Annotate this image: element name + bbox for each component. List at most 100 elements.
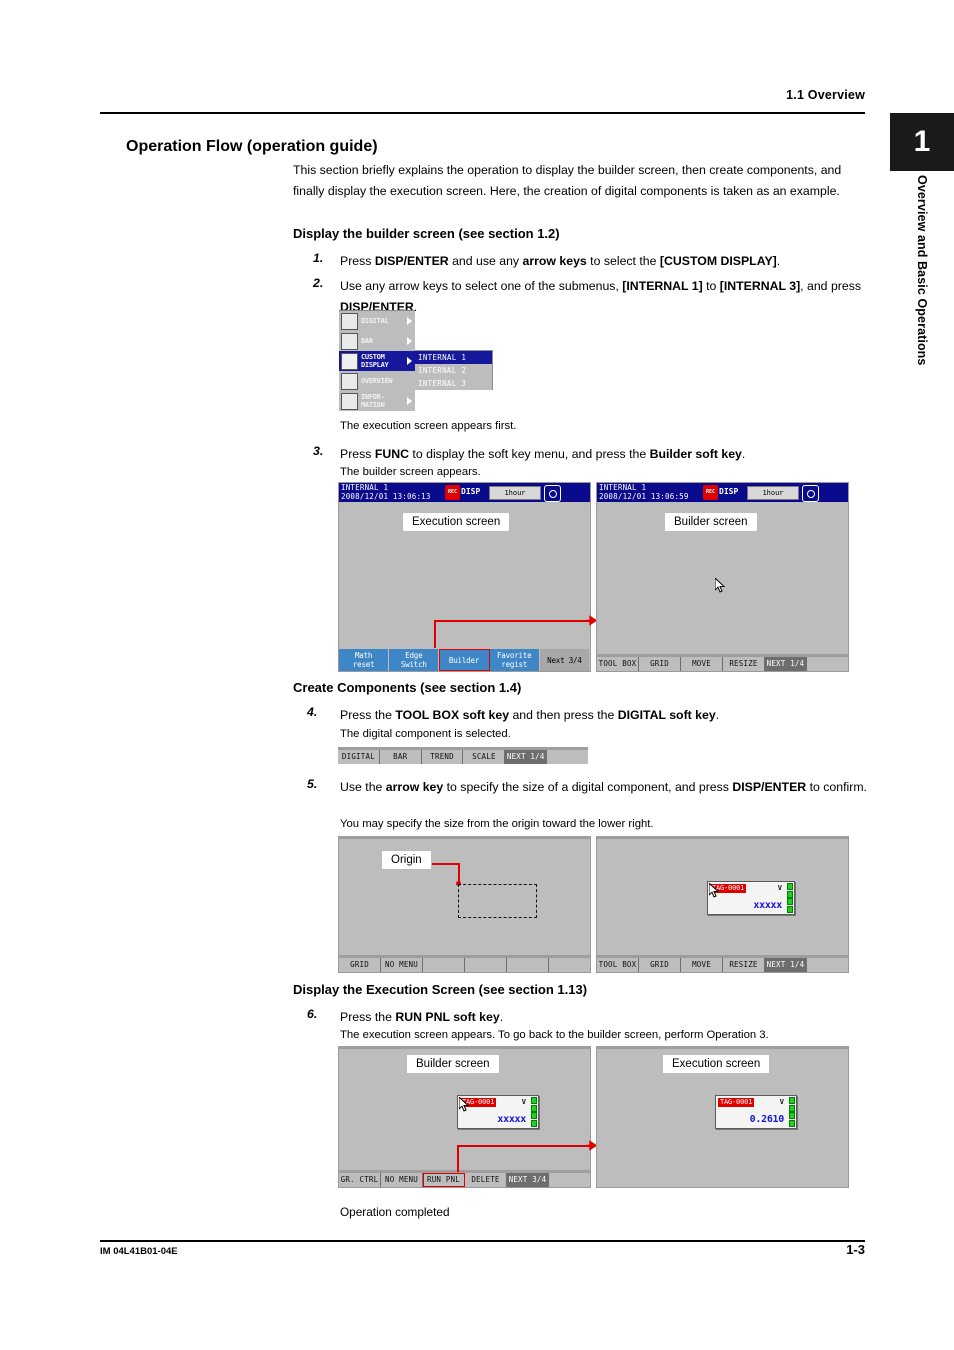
submenu-item-internal-2[interactable]: INTERNAL 2 [415,364,492,377]
builder-screen-2[interactable]: Builder screen TAG-0001 V xxxxx GR. CTRL… [338,1046,591,1188]
custom-display-menu[interactable]: DIGITAL BAR CUSTOM DISPLAY OVERVIEW INFO… [339,310,415,411]
softkey-next-1-4[interactable]: NEXT 1/4 [505,750,548,764]
softkey-empty [807,958,848,972]
operation-completed-text: Operation completed [340,1205,450,1219]
builder-screen-callout: Builder screen [665,513,757,531]
rate-display[interactable]: 1hour [489,486,541,500]
bar-icon [341,332,358,350]
softkey-empty [423,958,465,972]
status-circle-icon [544,485,561,502]
softkey-tool-box[interactable]: TOOL BOX [597,657,639,671]
execution-screen-2[interactable]: Execution screen TAG-0001 V 0.2610 [596,1046,849,1188]
softkey-empty [549,958,590,972]
alarm-indicator-group [787,883,793,913]
component-unit-label: V [521,1098,526,1106]
menu-item-overview-label: OVERVIEW [361,377,393,385]
menu-item-custom-display[interactable]: CUSTOM DISPLAY [339,351,415,371]
chapter-number: 1 [913,125,931,158]
page-title: Operation Flow (operation guide) [126,138,378,155]
softkey-grid[interactable]: GRID [339,958,381,972]
builder-screen-1[interactable]: INTERNAL 1 2008/12/01 13:06:59 REC DISP … [596,482,849,672]
alarm-indicator [789,1112,795,1120]
chevron-right-icon [407,337,412,345]
intro-paragraph: This section briefly explains the operat… [293,163,842,198]
softkey-resize[interactable]: RESIZE [723,958,765,972]
softkey-resize[interactable]: RESIZE [723,657,765,671]
origin-callout-label: Origin [382,851,431,869]
softkey-empty [807,657,848,671]
softkey-bar-execution[interactable]: Math reset Edge Switch Builder Favorite … [339,649,590,671]
softkey-empty [547,750,588,764]
alarm-indicator-group [789,1097,795,1127]
menu-item-digital[interactable]: DIGITAL [339,311,415,331]
screen-tag-label: INTERNAL 1 [599,483,647,492]
digital-component-live[interactable]: TAG-0001 V 0.2610 [715,1095,797,1129]
softkey-scale[interactable]: SCALE [463,750,506,764]
softkey-next-3-4[interactable]: NEXT 3/4 [507,1173,549,1187]
step-6-number: 6. [307,1007,318,1021]
step-6-text: Press the RUN PNL soft key. [340,1010,504,1024]
component-unit-label: V [777,884,782,892]
softkey-favorite-regist[interactable]: Favorite regist [489,649,540,671]
softkey-digital[interactable]: DIGITAL [338,750,380,764]
digital-icon [341,312,358,330]
softkey-trend[interactable]: TREND [422,750,464,764]
softkey-math-reset[interactable]: Math reset [339,649,390,671]
softkey-no-menu[interactable]: NO MENU [381,958,423,972]
digital-component-placeholder[interactable]: TAG-0001 V xxxxx [707,881,795,915]
chapter-title-text: Overview and Basic Operations [915,175,929,366]
softkey-empty [507,958,549,972]
digital-component-placeholder[interactable]: TAG-0001 V xxxxx [457,1095,539,1129]
connector-segment-horizontal [457,1145,594,1147]
softkey-next-3-4[interactable]: Next 3/4 [539,649,590,671]
execution-screen-1[interactable]: INTERNAL 1 2008/12/01 13:06:13 REC DISP … [338,482,591,672]
execution-screen-callout: Execution screen [663,1055,770,1073]
screen-tag-label: INTERNAL 1 [341,483,389,492]
menu-item-information[interactable]: INFOR- MATION [339,391,415,411]
rate-display[interactable]: 1hour [747,486,799,500]
softkey-gr-ctrl[interactable]: GR. CTRL [339,1173,381,1187]
menu-item-overview[interactable]: OVERVIEW [339,371,415,391]
softkey-grid[interactable]: GRID [639,958,681,972]
submenu-item-internal-3[interactable]: INTERNAL 3 [415,377,492,390]
builder-screen-sized[interactable]: TAG-0001 V xxxxx TOOL BOX GRID MOVE RESI… [596,836,849,973]
submenu-item-internal-1[interactable]: INTERNAL 1 [415,351,492,364]
softkey-no-menu[interactable]: NO MENU [381,1173,423,1187]
alarm-indicator [789,1119,795,1127]
softkey-builder[interactable]: Builder [439,649,490,671]
step-4-note: The digital component is selected. [340,728,511,740]
softkey-empty [465,958,507,972]
menu-item-bar[interactable]: BAR [339,331,415,351]
alarm-indicator [789,1097,795,1105]
chevron-right-icon [407,357,412,365]
lcd-titlebar: INTERNAL 1 2008/12/01 13:06:59 REC DISP … [597,483,848,502]
softkey-run-pnl[interactable]: RUN PNL [423,1173,465,1187]
step-3-number: 3. [313,444,324,458]
softkey-grid[interactable]: GRID [639,657,681,671]
chevron-right-icon [407,317,412,325]
softkey-tool-box[interactable]: TOOL BOX [597,958,639,972]
alarm-indicator [531,1104,537,1112]
builder-screen-origin[interactable]: Origin GRID NO MENU [338,836,591,973]
status-circle-icon [802,485,819,502]
softkey-bar-builder[interactable]: TOOL BOX GRID MOVE RESIZE NEXT 1/4 [597,654,848,671]
softkey-delete[interactable]: DELETE [465,1173,507,1187]
softkey-edge-switch[interactable]: Edge Switch [389,649,440,671]
screen-datetime: 2008/12/01 13:06:13 [341,492,431,501]
softkey-bar-sized[interactable]: TOOL BOX GRID MOVE RESIZE NEXT 1/4 [597,955,848,972]
step-5-number: 5. [307,777,318,791]
softkey-move[interactable]: MOVE [681,657,723,671]
softkey-move[interactable]: MOVE [681,958,723,972]
softkey-next-1-4[interactable]: NEXT 1/4 [765,958,807,972]
softkey-bar-runpnl[interactable]: GR. CTRL NO MENU RUN PNL DELETE NEXT 3/4 [339,1170,590,1187]
softkey-bar[interactable]: BAR [380,750,422,764]
step-2-note: The execution screen appears first. [340,420,517,432]
softkey-next-1-4[interactable]: NEXT 1/4 [765,657,807,671]
softkey-bar-origin[interactable]: GRID NO MENU [339,955,590,972]
screen-datetime: 2008/12/01 13:06:59 [599,492,689,501]
subheading-display-builder: Display the builder screen (see section … [293,226,560,241]
lcd-titlebar: INTERNAL 1 2008/12/01 13:06:13 REC DISP … [339,483,590,502]
internal-submenu[interactable]: INTERNAL 1 INTERNAL 2 INTERNAL 3 [415,350,493,390]
toolbox-softkey-strip[interactable]: DIGITAL BAR TREND SCALE NEXT 1/4 [338,747,588,764]
step-1-number: 1. [313,251,324,265]
